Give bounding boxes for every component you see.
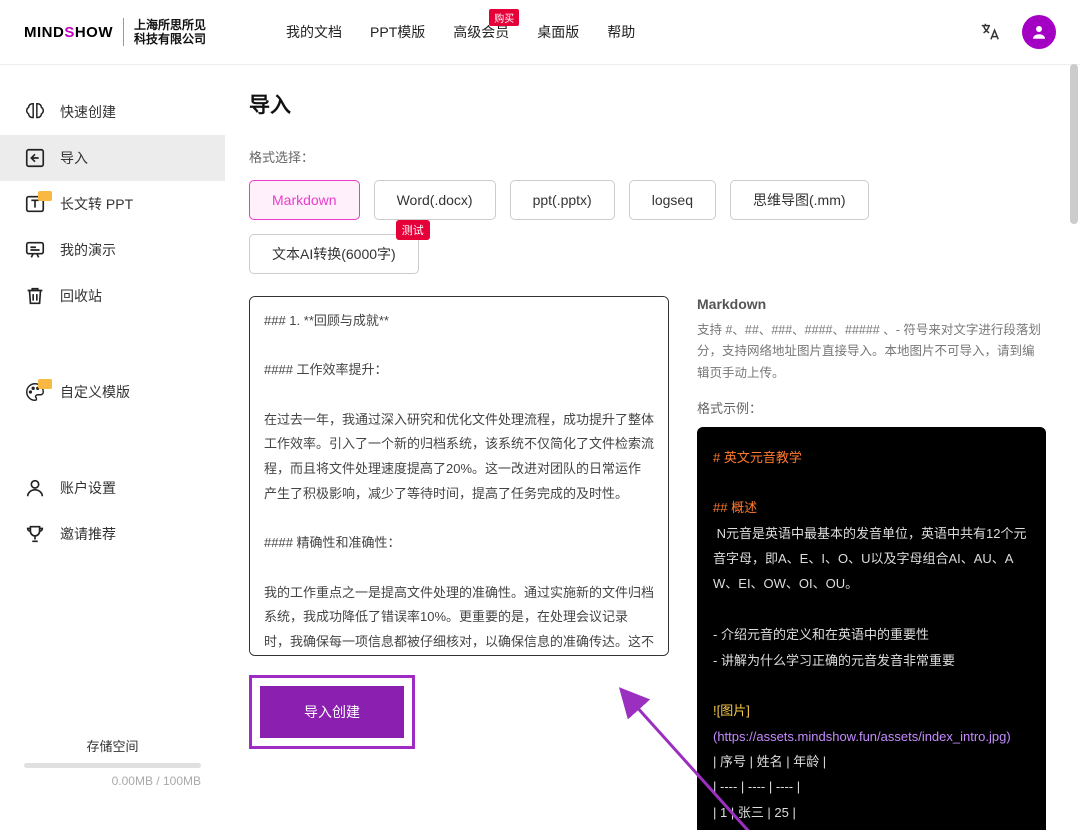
- storage-text: 0.00MB / 100MB: [24, 774, 201, 788]
- sidebar-item-invite[interactable]: 邀请推荐: [0, 511, 225, 557]
- nav-templates[interactable]: PPT模版: [370, 22, 425, 42]
- format-label: 格式选择：: [249, 147, 1046, 166]
- sample-label: 格式示例：: [697, 398, 1046, 417]
- brain-icon: [24, 101, 46, 123]
- sidebar-item-label: 账户设置: [60, 478, 116, 498]
- sidebar-item-label: 导入: [60, 148, 88, 168]
- sidebar-item-my-presentations[interactable]: 我的演示: [0, 227, 225, 273]
- sidebar-item-import[interactable]: 导入: [0, 135, 225, 181]
- sidebar-item-long-text[interactable]: 长文转 PPT: [0, 181, 225, 227]
- logo-divider: [123, 18, 124, 46]
- sidebar-item-account[interactable]: 账户设置: [0, 465, 225, 511]
- buy-badge: 购买: [489, 9, 519, 26]
- beta-badge: 测试: [396, 220, 430, 240]
- sidebar-item-label: 快速创建: [60, 102, 116, 122]
- storage-block: 存储空间 0.00MB / 100MB: [0, 736, 225, 806]
- top-nav: MINDSHOW 上海所思所见科技有限公司 我的文档 PPT模版 高级会员购买 …: [0, 0, 1080, 65]
- format-mindmap[interactable]: 思维导图(.mm): [730, 180, 869, 220]
- trash-icon: [24, 285, 46, 307]
- import-icon: [24, 147, 46, 169]
- sidebar-item-label: 自定义模版: [60, 382, 130, 402]
- import-create-button[interactable]: 导入创建: [260, 686, 404, 738]
- sidebar-item-label: 我的演示: [60, 240, 116, 260]
- nav-links: 我的文档 PPT模版 高级会员购买 桌面版 帮助: [286, 22, 635, 42]
- sidebar-item-label: 回收站: [60, 286, 102, 306]
- sidebar: 快速创建 导入 长文转 PPT 我的演示 回收站 自定义模版 账户设置: [0, 65, 225, 830]
- nav-my-docs[interactable]: 我的文档: [286, 22, 342, 42]
- import-textarea[interactable]: [249, 296, 669, 656]
- sidebar-item-custom-templates[interactable]: 自定义模版: [0, 369, 225, 415]
- page-scrollbar[interactable]: [1070, 64, 1078, 224]
- sidebar-item-label: 长文转 PPT: [60, 194, 133, 214]
- markdown-help-title: Markdown: [697, 296, 1046, 312]
- format-markdown[interactable]: Markdown: [249, 180, 360, 220]
- format-ai-text[interactable]: 文本AI转换(6000字)测试: [249, 234, 419, 274]
- avatar[interactable]: [1022, 15, 1056, 49]
- nav-desktop[interactable]: 桌面版: [537, 22, 579, 42]
- sidebar-item-label: 邀请推荐: [60, 524, 116, 544]
- page-title: 导入: [249, 89, 1046, 119]
- text-icon: [24, 193, 46, 215]
- palette-icon: [24, 381, 46, 403]
- storage-title: 存储空间: [24, 736, 201, 755]
- logo-text: MINDSHOW: [24, 24, 113, 41]
- logo[interactable]: MINDSHOW 上海所思所见科技有限公司: [24, 18, 206, 47]
- logo-subtitle: 上海所思所见科技有限公司: [134, 18, 206, 47]
- user-icon: [24, 477, 46, 499]
- language-icon[interactable]: [978, 20, 1002, 44]
- format-logseq[interactable]: logseq: [629, 180, 716, 220]
- sample-box: # 英文元音教学 ## 概述 N元音是英语中最基本的发音单位，英语中共有12个元…: [697, 427, 1046, 830]
- trophy-icon: [24, 523, 46, 545]
- format-word[interactable]: Word(.docx): [374, 180, 496, 220]
- import-button-highlight: 导入创建: [249, 675, 415, 749]
- markdown-help-desc: 支持 #、##、###、####、##### 、- 符号来对文字进行段落划分，支…: [697, 320, 1046, 384]
- nav-premium[interactable]: 高级会员购买: [453, 22, 509, 42]
- sidebar-item-quick-create[interactable]: 快速创建: [0, 89, 225, 135]
- presentation-icon: [24, 239, 46, 261]
- main-content: 导入 格式选择： Markdown Word(.docx) ppt(.pptx)…: [225, 65, 1080, 830]
- format-row: Markdown Word(.docx) ppt(.pptx) logseq 思…: [249, 180, 1046, 274]
- storage-bar: [24, 763, 201, 768]
- format-ppt[interactable]: ppt(.pptx): [510, 180, 615, 220]
- nav-help[interactable]: 帮助: [607, 22, 635, 42]
- sidebar-item-trash[interactable]: 回收站: [0, 273, 225, 319]
